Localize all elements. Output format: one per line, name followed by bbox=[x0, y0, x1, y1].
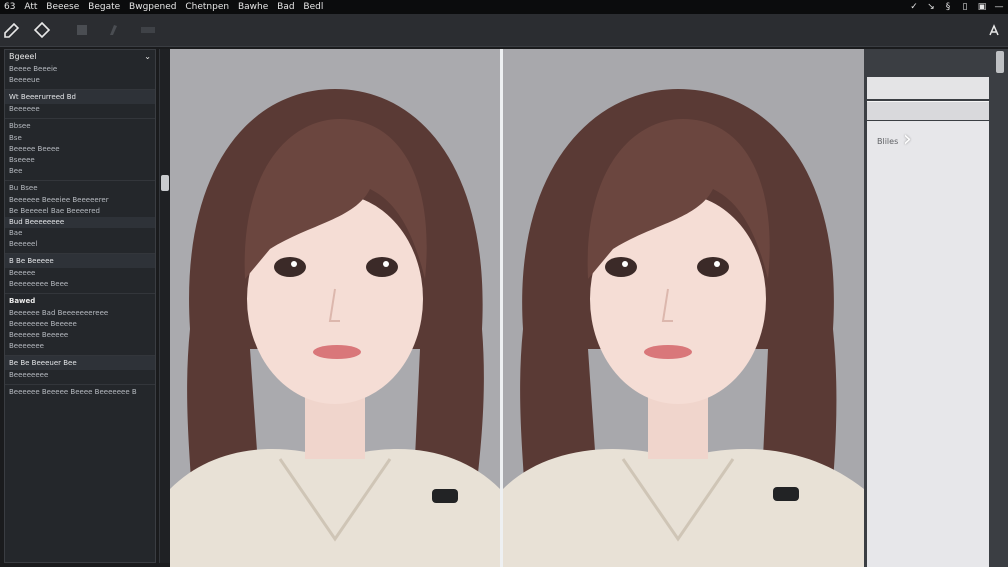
menu-item-bad[interactable]: Bad bbox=[277, 2, 294, 12]
minimize-icon[interactable]: — bbox=[994, 0, 1004, 14]
image-canvas[interactable] bbox=[170, 49, 864, 567]
left-portrait-image bbox=[170, 49, 500, 567]
panel-label: Bliles bbox=[877, 137, 899, 146]
sidebar-item[interactable]: Bbsee bbox=[5, 118, 155, 133]
toolbar bbox=[0, 14, 1008, 47]
panel-scrollbar-thumb[interactable] bbox=[996, 51, 1004, 73]
move-tool-icon[interactable] bbox=[138, 20, 158, 40]
menu-item-begate[interactable]: Begate bbox=[88, 2, 120, 12]
check-icon[interactable]: ✓ bbox=[909, 0, 919, 14]
menu-item-att[interactable]: Att bbox=[24, 2, 37, 12]
menu-item-bedl[interactable]: Bedl bbox=[303, 2, 323, 12]
menu-item-beeese[interactable]: Beeese bbox=[46, 2, 79, 12]
sidebar-item[interactable]: Bawed bbox=[5, 293, 155, 308]
sidebar-item[interactable]: Beeeeee bbox=[5, 104, 155, 115]
clip-icon[interactable]: § bbox=[943, 0, 953, 14]
sidebar-item[interactable]: Be Be Beeeuer Bee bbox=[5, 355, 155, 370]
menu-item-bwgpened[interactable]: Bwgpened bbox=[129, 2, 176, 12]
sidebar-item[interactable]: Be Beeeeel Bae Beeeered bbox=[5, 206, 155, 217]
layers-sidebar: Bgeeel ⌄ Beeee Beeeie Beeeeue Wt Beeerur… bbox=[4, 49, 156, 563]
panel-content: Bliles › bbox=[867, 121, 989, 567]
sidebar-item[interactable]: Beeeeeee bbox=[5, 341, 155, 352]
sidebar-item[interactable]: Beeeeee Beeeee Beeee Beeeeeee B bbox=[5, 384, 155, 399]
panel-bar[interactable] bbox=[867, 77, 989, 99]
sidebar-item[interactable]: B Be Beeeee bbox=[5, 253, 155, 268]
eraser-tool-icon[interactable] bbox=[32, 20, 52, 40]
sidebar-item[interactable]: Bseeee bbox=[5, 155, 155, 166]
menu-item-63[interactable]: 63 bbox=[4, 2, 15, 12]
properties-panel: Bliles › bbox=[864, 49, 1008, 567]
sidebar-title: Bgeeel bbox=[9, 52, 37, 61]
scrollbar-thumb[interactable] bbox=[161, 175, 169, 191]
sidebar-item[interactable]: Beeeeee Beeeee bbox=[5, 330, 155, 341]
chevron-down-icon[interactable]: ⌄ bbox=[144, 50, 151, 64]
sidebar-item[interactable]: Bee bbox=[5, 166, 155, 177]
window-icon[interactable]: ▣ bbox=[977, 0, 987, 14]
menu-bar: 63 Att Beeese Begate Bwgpened Chetnpen B… bbox=[0, 0, 1008, 14]
font-tool-icon[interactable] bbox=[984, 20, 1004, 40]
menu-item-bawhe[interactable]: Bawhe bbox=[238, 2, 268, 12]
sidebar-item[interactable]: Beeeeeeee bbox=[5, 370, 155, 381]
select-tool-icon[interactable] bbox=[72, 20, 92, 40]
sidebar-item[interactable]: Beeee Beeeie bbox=[5, 64, 155, 75]
sidebar-item[interactable]: Bse bbox=[5, 133, 155, 144]
sidebar-item[interactable]: Bu Bsee bbox=[5, 180, 155, 195]
menu-items: 63 Att Beeese Begate Bwgpened Chetnpen B… bbox=[4, 0, 329, 14]
sidebar-item[interactable]: Beeeee bbox=[5, 268, 155, 279]
menubar-icons: ✓ ↘ § ▯ ▣ — bbox=[909, 0, 1004, 14]
sidebar-item[interactable]: Bae bbox=[5, 228, 155, 239]
sidebar-header: Bgeeel ⌄ bbox=[5, 50, 155, 64]
sidebar-item[interactable]: Beeeeee Bad Beeeeeeereee bbox=[5, 308, 155, 319]
panel-bar[interactable] bbox=[867, 101, 989, 120]
right-portrait-image bbox=[503, 49, 864, 567]
chevron-right-icon[interactable]: › bbox=[903, 127, 912, 152]
sidebar-item[interactable]: Wt Beeerurreed Bd bbox=[5, 89, 155, 104]
sidebar-item[interactable]: Beeeee Beeee bbox=[5, 144, 155, 155]
sidebar-item[interactable]: Beeeeel bbox=[5, 239, 155, 250]
sidebar-item[interactable]: Beeeeee Beeeiee Beeeeerer bbox=[5, 195, 155, 206]
pen-tool-icon[interactable] bbox=[2, 20, 22, 40]
sidebar-item[interactable]: Beeeeue bbox=[5, 75, 155, 86]
sidebar-item[interactable]: Bud Beeeeeeee bbox=[5, 217, 155, 228]
sidebar-scrollbar[interactable] bbox=[159, 49, 170, 563]
brush-tool-icon[interactable] bbox=[104, 20, 124, 40]
sidebar-item[interactable]: Beeeeeeee Beee bbox=[5, 279, 155, 290]
arrow-icon[interactable]: ↘ bbox=[926, 0, 936, 14]
sidebar-item[interactable]: Beeeeeeee Beeeee bbox=[5, 319, 155, 330]
menu-item-chetnpen[interactable]: Chetnpen bbox=[185, 2, 229, 12]
file-icon[interactable]: ▯ bbox=[960, 0, 970, 14]
